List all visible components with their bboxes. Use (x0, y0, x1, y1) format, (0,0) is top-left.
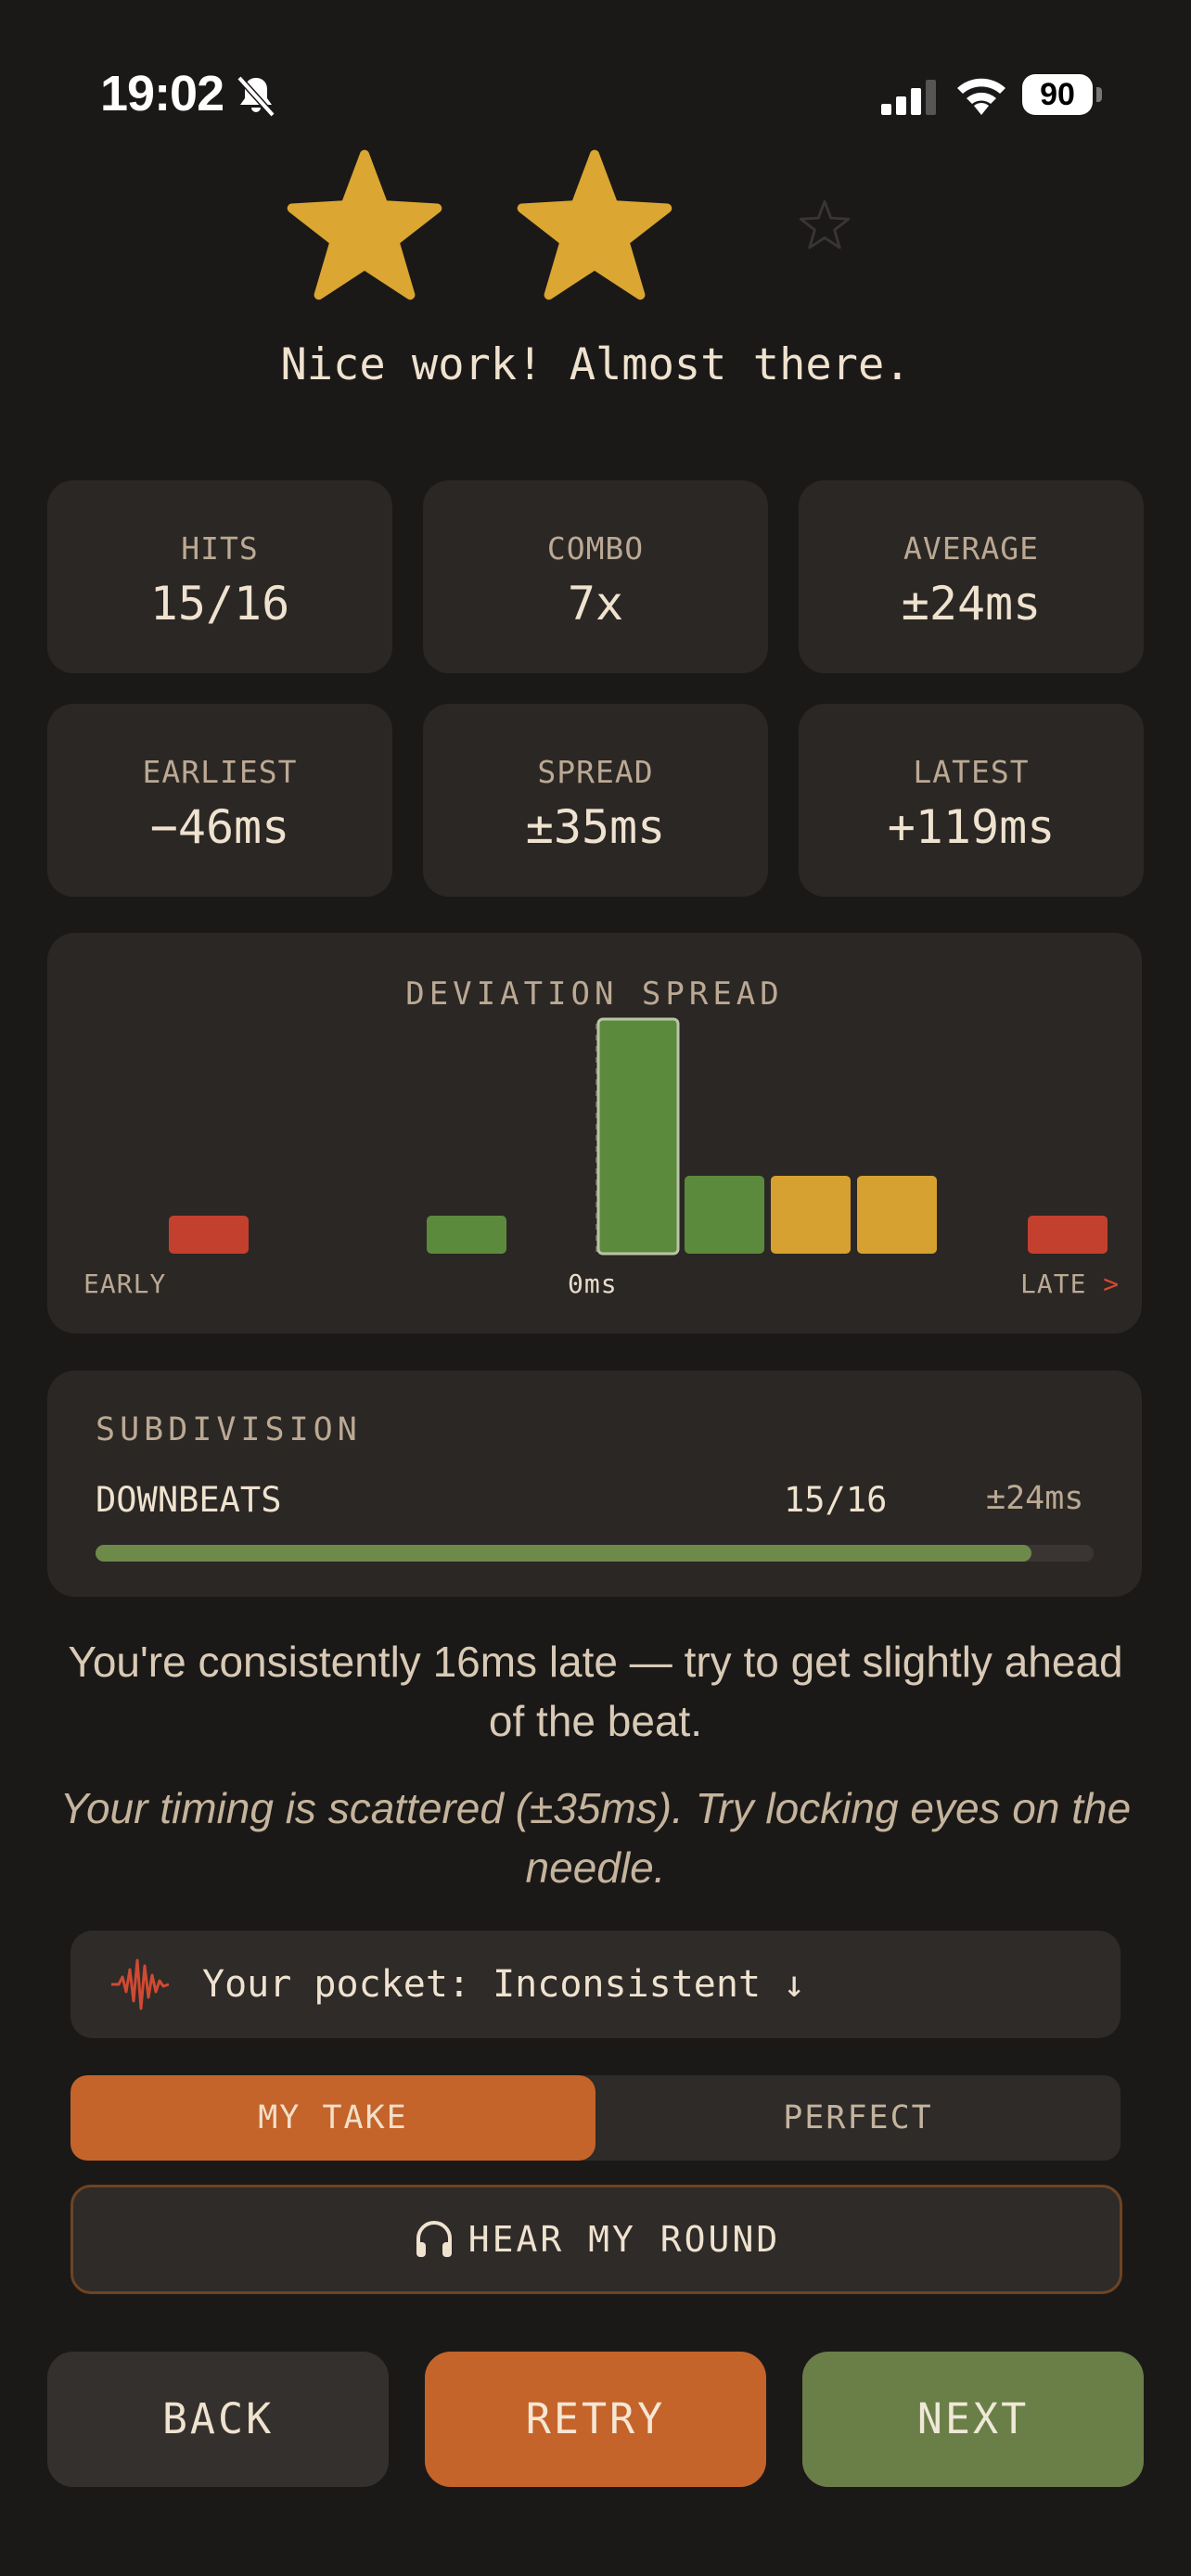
stat-card-spread: SPREAD ±35ms (423, 704, 768, 897)
star-filled-icon (517, 149, 672, 300)
headphones-icon (416, 2220, 452, 2257)
bell-muted-icon (237, 75, 275, 118)
subdivision-row-avg: ±24ms (986, 1480, 1084, 1517)
stat-label: LATEST (913, 754, 1030, 790)
histogram-bar-late-red (1028, 1216, 1108, 1254)
signal-icon (881, 80, 936, 115)
stat-card-combo: COMBO 7x (423, 480, 768, 673)
stat-label: COMBO (546, 530, 645, 567)
stat-label: SPREAD (537, 754, 654, 790)
late-arrow-icon: > (1103, 1269, 1121, 1299)
subdivision-panel: SUBDIVISION DOWNBEATS 15/16 ±24ms (47, 1371, 1142, 1597)
stat-label: EARLIEST (142, 754, 298, 790)
histogram-bar-late-yellow-2 (857, 1176, 937, 1254)
battery-indicator: 90 (1022, 74, 1102, 117)
hear-my-round-button[interactable]: HEAR MY ROUND (70, 2185, 1122, 2294)
stat-value: ±24ms (901, 577, 1042, 631)
histogram-bar-early-red (169, 1216, 249, 1254)
axis-label-zero: 0ms (568, 1269, 618, 1299)
stat-value: 7x (567, 577, 624, 631)
histogram-bar-late-yellow-1 (771, 1176, 851, 1254)
toggle-perfect[interactable]: PERFECT (596, 2075, 1121, 2161)
stat-label: HITS (181, 530, 259, 567)
axis-label-late: LATE > (1020, 1269, 1120, 1299)
status-time: 19:02 (100, 66, 224, 121)
stat-value: 15/16 (149, 577, 290, 631)
stat-card-hits: HITS 15/16 (47, 480, 392, 673)
pocket-indicator: Your pocket: Inconsistent ↓ (70, 1931, 1121, 2038)
toggle-my-take[interactable]: MY TAKE (70, 2075, 596, 2161)
stat-card-latest: LATEST +119ms (799, 704, 1144, 897)
stat-value: +119ms (887, 800, 1056, 854)
next-button[interactable]: NEXT (802, 2352, 1144, 2487)
stat-card-earliest: EARLIEST −46ms (47, 704, 392, 897)
back-button[interactable]: BACK (47, 2352, 389, 2487)
subdivision-progress-fill (96, 1545, 1031, 1562)
deviation-panel: DEVIATION SPREAD EARLY 0ms LATE > (47, 933, 1142, 1333)
star-empty-icon (799, 199, 851, 249)
pocket-text: Your pocket: Inconsistent ↓ (202, 1963, 806, 2006)
retry-button[interactable]: RETRY (425, 2352, 766, 2487)
take-toggle[interactable]: MY TAKE PERFECT (70, 2075, 1121, 2161)
star-filled-icon (287, 149, 442, 300)
wifi-icon (957, 78, 1005, 115)
hear-my-round-label: HEAR MY ROUND (467, 2219, 781, 2260)
histogram-bar-early-green (427, 1216, 506, 1254)
result-headline: Nice work! Almost there. (280, 339, 911, 390)
stat-card-average: AVERAGE ±24ms (799, 480, 1144, 673)
axis-label-early: EARLY (83, 1269, 167, 1299)
feedback-secondary: Your timing is scattered (±35ms). Try lo… (59, 1784, 1132, 1892)
histogram-bar-late-green (685, 1176, 764, 1254)
stat-value: ±35ms (525, 800, 666, 854)
stat-value: −46ms (149, 800, 290, 854)
subdivision-progress-track (96, 1545, 1094, 1562)
late-text: LATE (1020, 1269, 1087, 1299)
battery-level: 90 (1040, 77, 1075, 112)
subdivision-row-label: DOWNBEATS (96, 1480, 282, 1520)
stat-label: AVERAGE (903, 530, 1040, 567)
histogram-bar-center (596, 1017, 680, 1256)
feedback-primary: You're consistently 16ms late — try to g… (68, 1638, 1123, 1745)
waveform-icon (111, 1958, 170, 2010)
subdivision-row-count: 15/16 (784, 1480, 888, 1520)
subdivision-title: SUBDIVISION (96, 1411, 362, 1448)
